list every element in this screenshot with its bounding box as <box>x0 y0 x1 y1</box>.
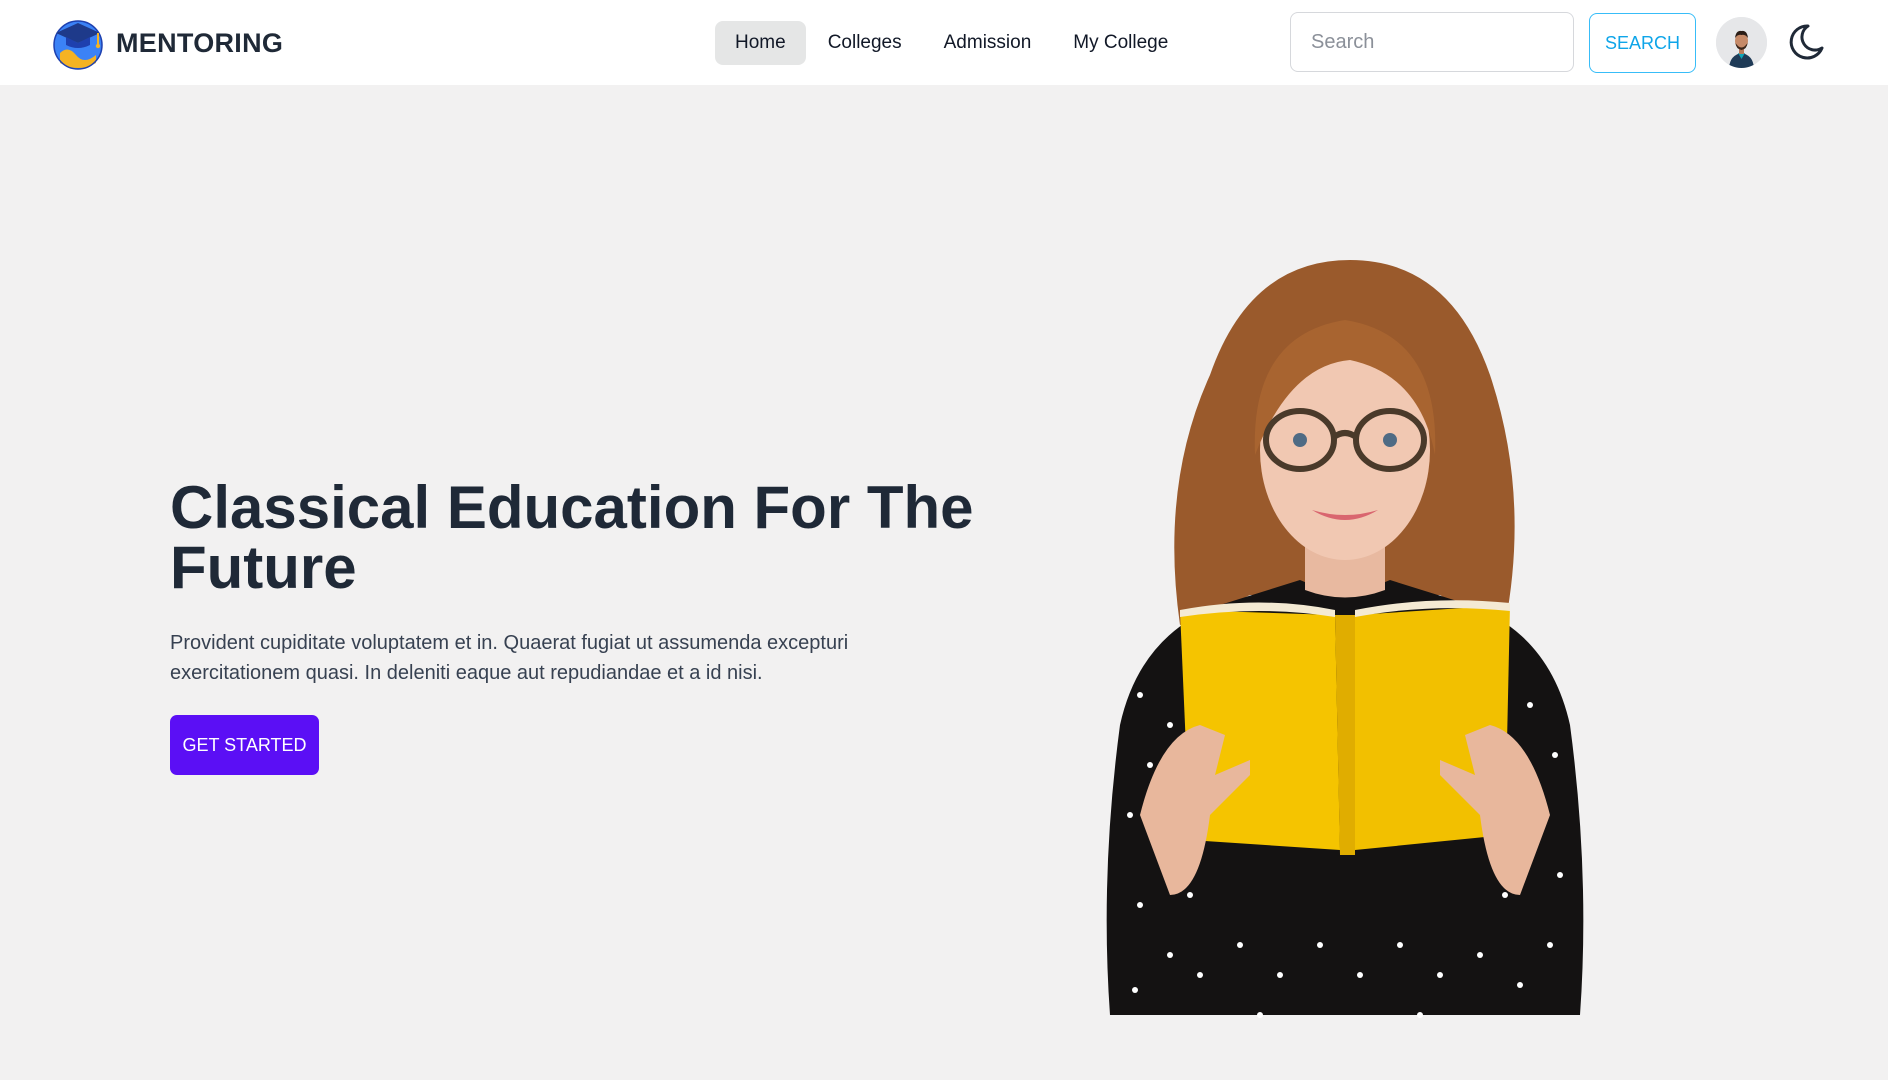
user-avatar[interactable] <box>1716 17 1767 68</box>
main-nav: Home Colleges Admission My College <box>715 20 1188 65</box>
brand-name: MENTORING <box>116 27 284 58</box>
brand[interactable]: MENTORING <box>50 15 283 71</box>
avatar-image <box>1716 17 1767 68</box>
hero-title: Classical Education For The Future <box>170 474 974 601</box>
hero-description: Provident cupiditate voluptatem et in. Q… <box>170 632 849 684</box>
nav-item-home[interactable]: Home <box>715 20 806 65</box>
navbar: MENTORING Home Colleges Admission My Col… <box>0 0 1888 85</box>
moon-icon[interactable] <box>1786 22 1826 62</box>
nav-item-admission[interactable]: Admission <box>924 21 1052 65</box>
nav-item-colleges[interactable]: Colleges <box>808 21 922 65</box>
search-input[interactable] <box>1290 12 1574 72</box>
graduation-cap-globe-icon <box>53 20 103 70</box>
student-reading-book-image <box>1106 260 1584 1018</box>
search-button[interactable]: SEARCH <box>1589 13 1696 73</box>
nav-item-my-college[interactable]: My College <box>1053 21 1188 65</box>
get-started-button[interactable]: GET STARTED <box>170 715 319 775</box>
